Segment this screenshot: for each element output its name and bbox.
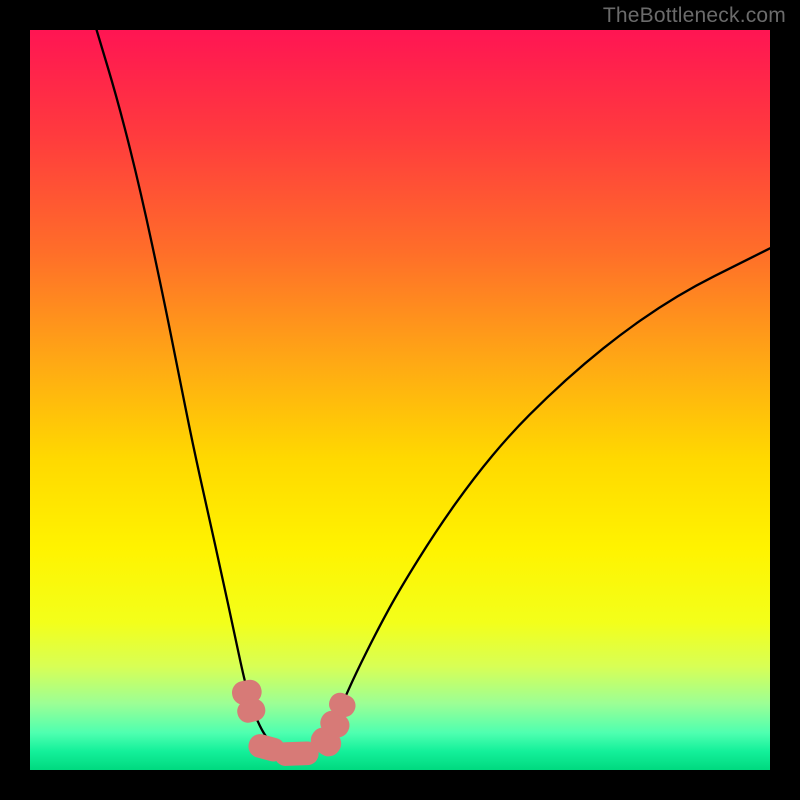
plot-area	[30, 30, 770, 770]
chart-frame: TheBottleneck.com	[0, 0, 800, 800]
gradient-background	[30, 30, 770, 770]
chart-svg	[30, 30, 770, 770]
watermark-label: TheBottleneck.com	[603, 4, 786, 28]
